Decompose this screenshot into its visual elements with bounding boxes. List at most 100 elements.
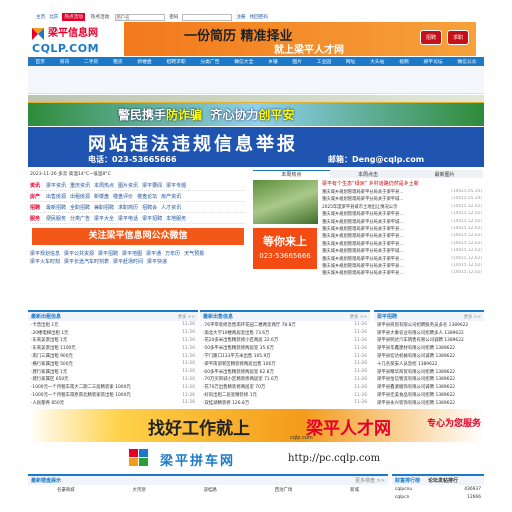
nav-item[interactable]: 二手房 <box>84 58 98 65</box>
nav-item[interactable]: 梁平论坛 <box>423 58 442 65</box>
list-item[interactable]: ·南门三属出租 900元 11-26 <box>28 352 198 360</box>
nav-item[interactable]: 图片 <box>292 58 302 65</box>
category-link[interactable]: 图片资讯 <box>118 182 138 189</box>
nav-item[interactable]: 招聘求职 <box>166 58 185 65</box>
nav-item[interactable]: 乡镇 <box>268 58 278 65</box>
news-item[interactable]: 重庆城乡规划管理局梁平分局关于梁平县... (10015.12.02) <box>322 233 482 240</box>
nav-item[interactable]: 网址 <box>346 58 356 65</box>
utility-link[interactable]: 梁平规划信息 <box>30 250 60 257</box>
list-item[interactable]: ·70万买新城小区精装修两居室 71.6万 11-26 <box>200 376 370 384</box>
list-item[interactable]: 梁平县恒信物流有限公司招聘 1389622 <box>374 376 484 384</box>
region-link[interactable]: 北京 <box>49 14 58 20</box>
list-item[interactable]: ·建行家属出租 1元 11-26 <box>28 368 198 376</box>
wechat-follow-banner[interactable]: 关注梁平信息网公众微信 <box>32 228 244 245</box>
home-link[interactable]: 主页 <box>36 14 45 20</box>
category-link[interactable]: 新楼盘 <box>94 193 109 200</box>
list-item[interactable]: 梁平县永兴装饰有限公司招聘 1389622 <box>374 399 484 407</box>
more-link[interactable]: 更多 >> <box>350 314 367 320</box>
category-link[interactable]: 楼盘论坛 <box>137 193 157 200</box>
anti-fraud-banner[interactable]: 警民携手防诈骗 齐心协力创平安 <box>28 102 484 126</box>
category-link[interactable]: 本地服务 <box>166 215 186 222</box>
list-item[interactable]: 十几名保安人员急招 1389622 <box>374 360 484 368</box>
list-item[interactable]: ·东来美景出租 1元 11-26 <box>28 337 198 345</box>
category-link[interactable]: 最新招聘 <box>46 204 66 211</box>
category-link[interactable]: 梁平专题 <box>166 182 186 189</box>
category-link[interactable]: 人才资讯 <box>161 204 181 211</box>
tab-weekly-clicks[interactable]: 本周点击 <box>330 171 407 178</box>
category-link[interactable]: 重庆资讯 <box>70 182 90 189</box>
tab-post-rank[interactable]: 论坛发帖排行 <box>428 477 458 484</box>
property-name[interactable]: 大河坝 <box>132 487 145 493</box>
utility-link[interactable]: 梁平地图 <box>122 250 142 257</box>
category-link[interactable]: 梁平资讯 <box>46 182 66 189</box>
list-item[interactable]: ·60多平米出售精装修两居室 62.8万 11-26 <box>200 368 370 376</box>
list-item[interactable]: 梁平县明达汽车销售有限公司诚聘 1389622 <box>374 337 484 345</box>
header-ad-banner[interactable]: 一份简历 精准择业 就上梁平人才网 招聘 求职 <box>124 22 476 56</box>
category-link[interactable]: 房产资讯 <box>161 193 181 200</box>
nav-item[interactable]: 新楼盘 <box>137 58 151 65</box>
more-link[interactable]: 更多 >> <box>464 314 481 320</box>
more-link[interactable]: 更多楼盘 >> <box>355 477 385 484</box>
list-item[interactable]: ·东来美景出租 1100元 11-26 <box>28 344 198 352</box>
nav-item[interactable]: 资讯 <box>60 58 70 65</box>
utility-link[interactable]: 梁平赶场时间 <box>113 258 143 265</box>
news-item[interactable]: 重庆城乡规划管理局梁平分局关于梁平县... (10015.12.02) <box>322 241 482 248</box>
list-item[interactable]: 梁平县宏达机械有限公司诚聘 1389622 <box>374 352 484 360</box>
property-name[interactable]: 双桂路 <box>204 487 217 493</box>
list-item[interactable]: 梁平县商贸有限公司招聘服务员多名 1389622 <box>374 321 484 329</box>
utility-link[interactable]: 梁平快递 <box>147 258 167 265</box>
register-link[interactable]: 注册 <box>236 14 245 20</box>
site-logo[interactable]: 梁平信息网 CQLP.COM <box>30 24 120 56</box>
list-item[interactable]: ·1000元一个月租车南原南北精装家装出租 1000元 11-26 <box>28 391 198 399</box>
list-item[interactable]: ·横行家属出租 500元 11-26 <box>28 360 198 368</box>
list-item[interactable]: 梁平县精华商贸有限公司招聘 1389622 <box>374 368 484 376</box>
list-item[interactable]: ·人民都养 850元 11-26 <box>28 399 198 407</box>
list-item[interactable]: ·花20多米出售精装修小区两居 22.6万 11-26 <box>200 337 370 345</box>
nav-item[interactable]: 分类广告 <box>200 58 219 65</box>
category-link[interactable]: 便民服务 <box>46 215 66 222</box>
list-item[interactable]: ·50多平米出售精装修两居室 35.6万 11-26 <box>200 344 370 352</box>
category-link[interactable]: 全职招聘 <box>70 204 90 211</box>
list-item[interactable]: 梁平县鑫源服饰有限公司诚聘 1389622 <box>374 383 484 391</box>
news-item[interactable]: 重庆城乡规划管理局梁平分局关于梁平县... (10015.05.20) <box>322 189 482 196</box>
username-input[interactable] <box>115 13 166 21</box>
category-link[interactable]: 梁平电话 <box>118 215 138 222</box>
nav-item[interactable]: 工业园 <box>317 58 331 65</box>
category-link[interactable]: 本周热点 <box>94 182 114 189</box>
ranking-row[interactable]: cqlpcn 12666 <box>392 493 484 501</box>
utility-link[interactable]: 梁平招聘 <box>98 250 118 257</box>
utility-link[interactable]: 梁平通 <box>146 250 161 257</box>
job-site-banner[interactable]: 找好工作就上 梁平人才网 cqlp.com 专心为您服务 <box>28 409 484 442</box>
news-item[interactable]: 重庆城乡规划管理局梁平分局关于梁平县... (10015.12.02) <box>322 211 482 218</box>
category-link[interactable]: 梁平大全 <box>94 215 114 222</box>
list-item[interactable]: ·渝北大学10楼两居室出售 73.6万 11-26 <box>200 329 370 337</box>
more-link[interactable]: 更多 >> <box>178 314 195 320</box>
forgot-password-link[interactable]: 找回密码 <box>250 14 268 20</box>
utility-link[interactable]: 天气预报 <box>184 250 204 257</box>
news-item[interactable]: 重庆城乡规划管理局梁平分局关于梁平县... (10015.12.02) <box>322 263 482 270</box>
property-name[interactable]: 新城 <box>350 487 359 493</box>
list-item[interactable]: ·卡普出租 1元 11-26 <box>28 321 198 329</box>
list-item[interactable]: ·建行家属区 650元 11-26 <box>28 376 198 384</box>
news-item[interactable]: 重庆城乡规划管理局梁平分局关于梁平县... (10015.12.02) <box>322 270 482 277</box>
property-name[interactable]: 西池广场 <box>275 487 293 493</box>
ranking-row[interactable]: cqlpcnu 436937 <box>392 485 484 493</box>
job-button[interactable]: 求职 <box>447 30 470 45</box>
utility-link[interactable]: 梁平长途汽车时刻表 <box>64 258 109 265</box>
list-item[interactable]: 梁平县佳美食品有限公司招聘 1389622 <box>374 391 484 399</box>
nav-item[interactable]: 视频 <box>399 58 409 65</box>
nav-item[interactable]: 租房 <box>113 58 123 65</box>
tab-latest-images[interactable]: 最新图片 <box>406 171 483 178</box>
category-link[interactable]: 出售房源 <box>46 193 66 200</box>
top-tab-1[interactable]: 热点活动 <box>62 13 85 21</box>
list-item[interactable]: 梁平县华鑫建材有限公司招聘 1389622 <box>374 344 484 352</box>
news-item[interactable]: 重庆城乡规划管理局梁平分局关于梁平县... (10015.12.02) <box>322 226 482 233</box>
nav-item[interactable]: 微信大全 <box>234 58 253 65</box>
property-name[interactable]: 名豪商城 <box>57 487 75 493</box>
category-link[interactable]: 求职简历 <box>118 204 138 211</box>
nav-item[interactable]: 微信公众 <box>457 58 476 65</box>
category-link[interactable]: 梁平招聘 <box>142 215 162 222</box>
carpool-banner[interactable]: 梁平拼车网 http://pc.cqlp.com <box>120 447 400 469</box>
news-item[interactable]: 重庆城乡规划管理局梁平分局关于梁平城... (10015.05.20) <box>322 196 482 203</box>
category-link[interactable]: 分类广告 <box>70 215 90 222</box>
